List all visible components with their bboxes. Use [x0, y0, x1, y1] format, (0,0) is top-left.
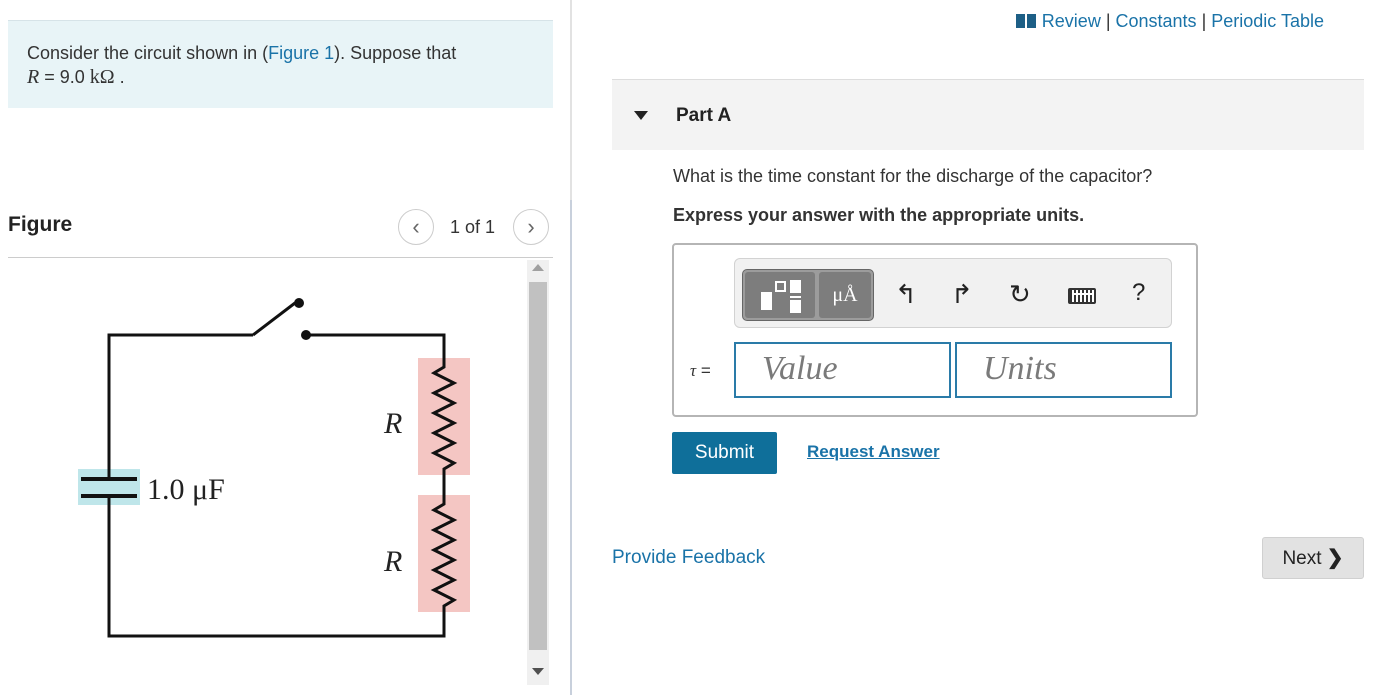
figure-prev-button[interactable]: ‹ — [398, 209, 434, 245]
equals-sign: = — [696, 361, 711, 380]
chevron-right-icon: ❯ — [1326, 547, 1344, 569]
figure-scrollbar[interactable] — [527, 260, 549, 685]
pane-divider-resize-handle[interactable] — [570, 200, 572, 695]
next-button[interactable]: Next ❯ — [1262, 537, 1364, 579]
reset-icon[interactable]: ↻ — [1009, 281, 1031, 307]
left-pane: Consider the circuit shown in (Figure 1)… — [0, 0, 572, 695]
switch-contact — [301, 330, 311, 340]
scroll-thumb[interactable] — [529, 282, 547, 650]
book-icon — [1015, 14, 1036, 28]
next-label: Next — [1282, 548, 1322, 569]
top-links: Review | Constants | Periodic Table — [1015, 11, 1324, 32]
instruction-text: Express your answer with the appropriate… — [673, 205, 1085, 225]
link-separator: | — [1100, 11, 1116, 31]
figure-counter: 1 of 1 — [450, 217, 496, 237]
circuit-diagram: R R 1.0 μF — [78, 298, 470, 638]
part-title: Part A — [676, 105, 732, 126]
figure-area: R R 1.0 μF — [8, 259, 553, 695]
value-input[interactable]: Value — [734, 342, 951, 398]
r-symbol: R — [27, 66, 40, 88]
scroll-down-arrow-icon[interactable] — [532, 668, 544, 675]
request-answer-link[interactable]: Request Answer — [807, 442, 940, 462]
answer-box: μÅ ↰ ↱ ↻ ? τ = Value Units — [672, 243, 1198, 417]
units-button[interactable]: μÅ — [819, 272, 871, 318]
templates-button[interactable] — [745, 272, 815, 318]
figure-header: Figure ‹ 1 of 1 › — [8, 205, 553, 258]
templates-icon — [761, 280, 801, 313]
switch-pivot — [294, 298, 304, 308]
figure-title: Figure — [8, 213, 73, 236]
periodic-table-link[interactable]: Periodic Table — [1211, 11, 1324, 31]
problem-statement: Consider the circuit shown in (Figure 1)… — [8, 20, 553, 108]
units-input[interactable]: Units — [955, 342, 1172, 398]
problem-text-before: Consider the circuit shown in ( — [27, 43, 269, 63]
r-value: = 9.0 — [39, 67, 90, 87]
answer-label: τ = — [690, 361, 711, 381]
keyboard-icon[interactable] — [1068, 288, 1096, 304]
template-button-group: μÅ — [742, 269, 874, 321]
r-unit: kΩ — [89, 66, 115, 88]
figure-next-button[interactable]: › — [513, 209, 549, 245]
r-end: . — [114, 67, 125, 87]
submit-button[interactable]: Submit — [672, 432, 777, 474]
label-capacitor: 1.0 μF — [147, 473, 225, 506]
label-r-top: R — [383, 407, 402, 440]
undo-icon[interactable]: ↰ — [895, 281, 917, 307]
provide-feedback-link[interactable]: Provide Feedback — [612, 547, 765, 569]
chevron-right-icon: › — [527, 214, 535, 239]
problem-text-after: ). Suppose that — [334, 43, 457, 63]
redo-icon[interactable]: ↱ — [951, 281, 973, 307]
review-link[interactable]: Review — [1042, 11, 1101, 31]
math-toolbar: μÅ ↰ ↱ ↻ ? — [734, 258, 1172, 328]
part-header[interactable]: Part A — [612, 79, 1364, 150]
caret-down-icon[interactable] — [634, 111, 648, 120]
scroll-up-arrow-icon[interactable] — [532, 264, 544, 271]
link-separator: | — [1196, 11, 1212, 31]
figure-link[interactable]: Figure 1 — [268, 43, 334, 63]
constants-link[interactable]: Constants — [1116, 11, 1197, 31]
chevron-left-icon: ‹ — [412, 214, 420, 239]
label-r-bottom: R — [383, 545, 402, 578]
help-button[interactable]: ? — [1132, 279, 1145, 307]
question-text: What is the time constant for the discha… — [673, 166, 1153, 186]
